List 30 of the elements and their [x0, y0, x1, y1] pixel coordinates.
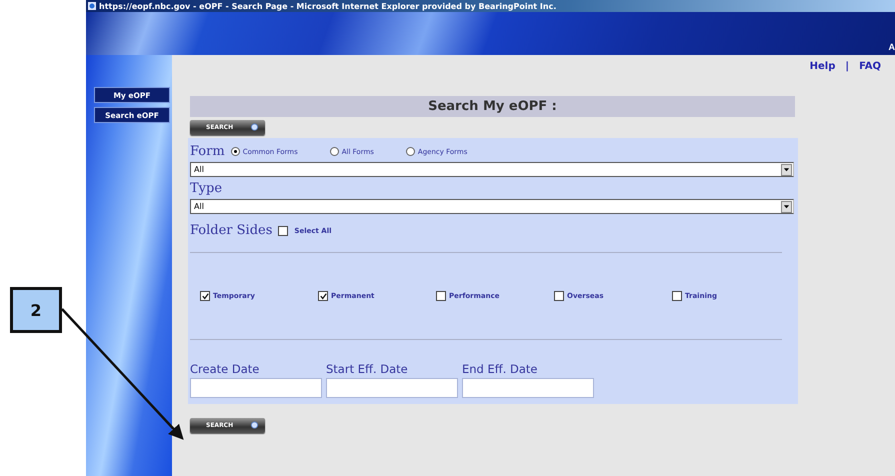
checkbox[interactable] [200, 291, 210, 301]
field-label: Type [190, 181, 222, 196]
search-icon [250, 421, 259, 430]
step-callout: 2 [10, 287, 62, 333]
help-link[interactable]: Help [810, 61, 836, 74]
checkbox[interactable] [278, 226, 288, 236]
window-title: https://eopf.nbc.gov - eOPF - Search Page - Microsoft Internet Explorer provided by BearingPoint Inc. [99, 2, 556, 10]
field-label: Create Date [190, 362, 260, 376]
search-icon [250, 123, 259, 132]
radio-button[interactable] [406, 147, 415, 156]
link-separator: | [845, 61, 850, 74]
field-label: Start Eff. Date [326, 362, 409, 376]
date-field[interactable] [326, 378, 458, 398]
radio-button[interactable] [230, 147, 240, 156]
section-heading: Search My eOPF : [190, 96, 795, 117]
checkbox[interactable] [672, 291, 682, 301]
field-label: End Eff. Date [462, 362, 538, 376]
dropdown[interactable]: All [190, 162, 794, 177]
date-field[interactable] [190, 378, 322, 398]
dropdown[interactable]: All [190, 199, 794, 214]
faq-link[interactable]: FAQ [859, 61, 881, 74]
field-label: Form [190, 144, 225, 159]
field-label: Folder Sides [190, 223, 272, 238]
checkbox[interactable] [436, 291, 446, 301]
header-text: A [888, 42, 895, 54]
browser-icon [88, 2, 96, 10]
radio-button[interactable] [330, 147, 339, 156]
checkbox[interactable] [554, 291, 564, 301]
date-field[interactable] [462, 378, 594, 398]
checkbox[interactable] [318, 291, 328, 301]
